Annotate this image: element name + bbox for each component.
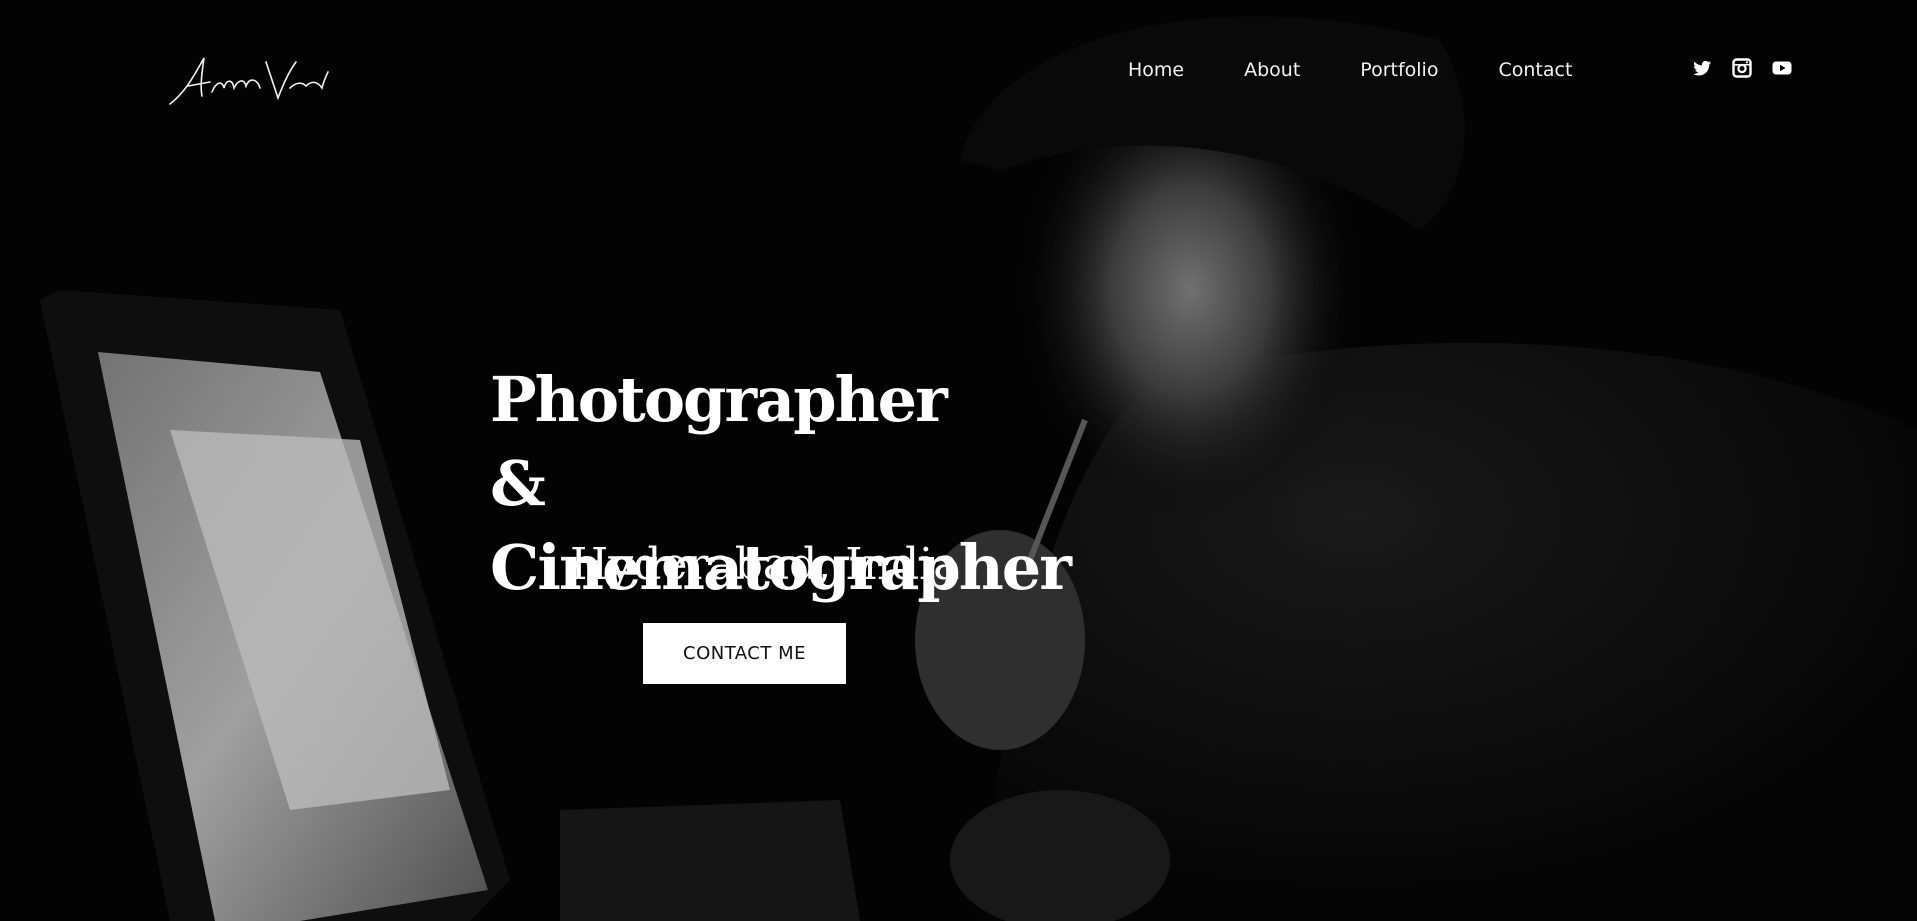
hero-section: Home About Portfolio Contact Photographe…	[0, 0, 1917, 921]
social-links	[1692, 58, 1792, 80]
headline-line-1: Photographer &	[490, 363, 948, 520]
signature-logo[interactable]	[166, 52, 331, 110]
main-nav: Home About Portfolio Contact	[1128, 56, 1572, 84]
twitter-icon[interactable]	[1692, 58, 1712, 80]
nav-contact[interactable]: Contact	[1498, 56, 1572, 84]
nav-home[interactable]: Home	[1128, 56, 1184, 84]
nav-portfolio[interactable]: Portfolio	[1360, 56, 1438, 84]
instagram-icon[interactable]	[1732, 58, 1752, 80]
contact-me-button[interactable]: CONTACT ME	[643, 623, 846, 684]
youtube-icon[interactable]	[1772, 58, 1792, 80]
nav-about[interactable]: About	[1244, 56, 1300, 84]
location-text: Hyderabad, India	[570, 539, 960, 590]
